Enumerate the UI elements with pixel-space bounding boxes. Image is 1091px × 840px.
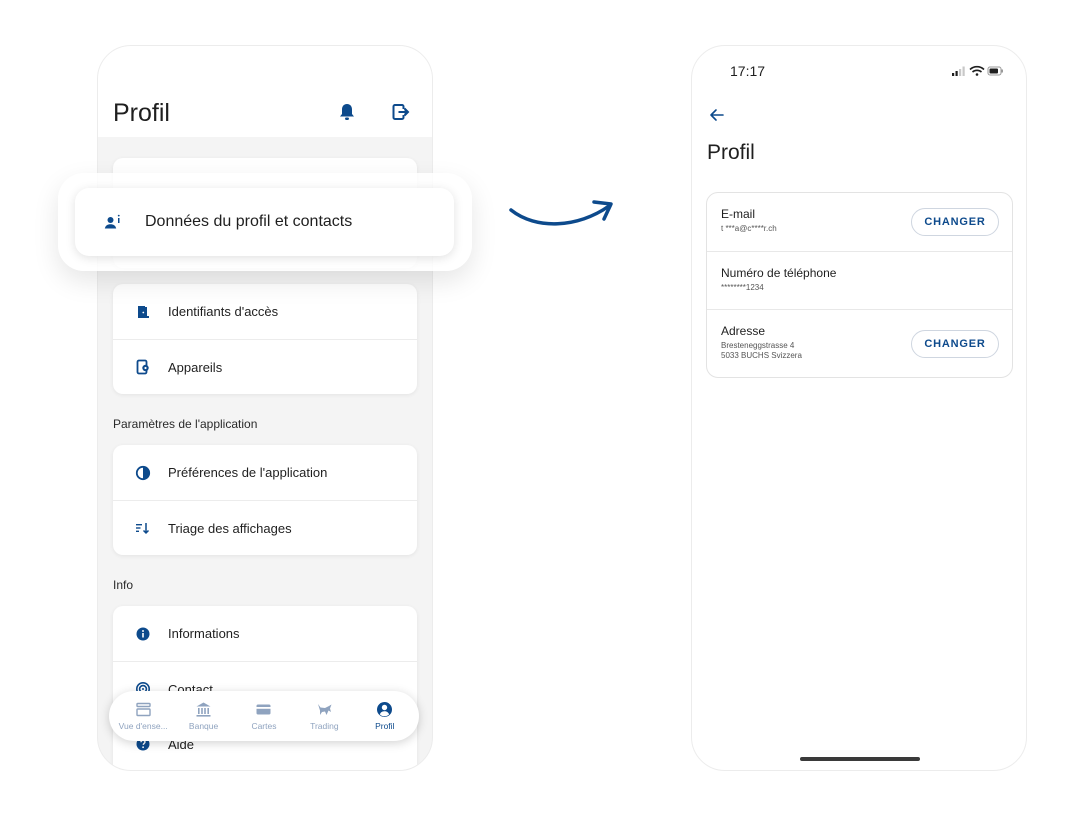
page-title: Profil — [707, 141, 755, 164]
profile-menu-screen: Profil Identifiants d'accès Appareils Pa… — [97, 45, 433, 771]
change-address-button[interactable]: CHANGER — [911, 330, 999, 358]
contact-details-card: E-mail t ***a@c****r.ch CHANGER Numéro d… — [706, 192, 1013, 378]
menu-item-label: Préférences de l'application — [168, 465, 328, 480]
address-row: Adresse Bresteneggstrasse 4 5033 BUCHS S… — [707, 309, 1012, 377]
phone-row: Numéro de téléphone ********1234 — [707, 251, 1012, 309]
nav-label: Banque — [188, 721, 219, 731]
change-email-button[interactable]: CHANGER — [911, 208, 999, 236]
menu-item-profile-data-contacts[interactable]: Données du profil et contacts — [75, 188, 454, 256]
phone-label: Numéro de téléphone — [721, 266, 837, 280]
highlight-label: Données du profil et contacts — [145, 213, 353, 230]
menu-item-app-preferences[interactable]: Préférences de l'application — [113, 445, 417, 500]
info-icon — [135, 626, 151, 642]
profile-header: Profil — [98, 46, 432, 137]
menu-item-label: Informations — [168, 626, 240, 641]
nav-overview[interactable]: Vue d'ense... — [114, 701, 172, 731]
menu-item-label: Appareils — [168, 359, 223, 375]
card-icon — [256, 704, 271, 715]
profile-details-screen: 17:17 Profil E-mail t ***a@c****r.ch CHA… — [691, 45, 1027, 771]
app-settings-card: Préférences de l'application Triage des … — [113, 445, 417, 555]
nav-profile[interactable]: Profil — [356, 701, 414, 731]
nav-trading[interactable]: Trading — [295, 701, 353, 731]
nav-cards[interactable]: Cartes — [235, 701, 293, 731]
menu-item-access-credentials[interactable]: Identifiants d'accès — [113, 284, 417, 339]
nav-bank[interactable]: Banque — [175, 701, 233, 731]
back-arrow-icon[interactable] — [708, 106, 726, 124]
page-title: Profil — [113, 99, 170, 127]
arrow-icon — [509, 200, 613, 226]
nav-label: Profil — [375, 721, 395, 731]
device-settings-icon — [135, 359, 151, 375]
person-info-icon — [103, 212, 123, 232]
menu-item-label: Identifiants d'accès — [168, 304, 279, 319]
bull-icon — [317, 704, 332, 715]
nav-label: Vue d'ense... — [118, 721, 168, 731]
nav-label: Cartes — [251, 721, 277, 731]
bank-icon — [196, 702, 211, 717]
section-info: Info — [113, 578, 134, 592]
status-bar-icons — [952, 65, 1003, 76]
email-row: E-mail t ***a@c****r.ch CHANGER — [707, 193, 1012, 251]
door-icon — [135, 304, 151, 320]
info-card: Informations Contact Aide — [113, 606, 417, 770]
access-card: Identifiants d'accès Appareils — [113, 284, 417, 394]
contrast-icon — [135, 465, 151, 481]
bottom-navigation: Vue d'ense... Banque Cartes Trading Prof… — [109, 691, 419, 741]
status-time: 17:17 — [730, 63, 766, 79]
menu-item-display-sorting[interactable]: Triage des affichages — [113, 500, 417, 555]
menu-item-devices[interactable]: Appareils — [113, 339, 417, 394]
profile-icon — [377, 702, 393, 717]
bell-icon[interactable] — [337, 102, 357, 122]
menu-item-label: Triage des affichages — [168, 520, 292, 536]
menu-item-informations[interactable]: Informations — [113, 606, 417, 661]
section-app-settings: Paramètres de l'application — [113, 417, 258, 431]
sort-icon — [135, 520, 151, 536]
nav-label: Trading — [310, 721, 339, 731]
phone-value: ********1234 — [721, 283, 764, 292]
home-indicator — [800, 757, 920, 761]
logout-icon[interactable] — [390, 102, 410, 122]
overview-icon — [135, 702, 151, 717]
